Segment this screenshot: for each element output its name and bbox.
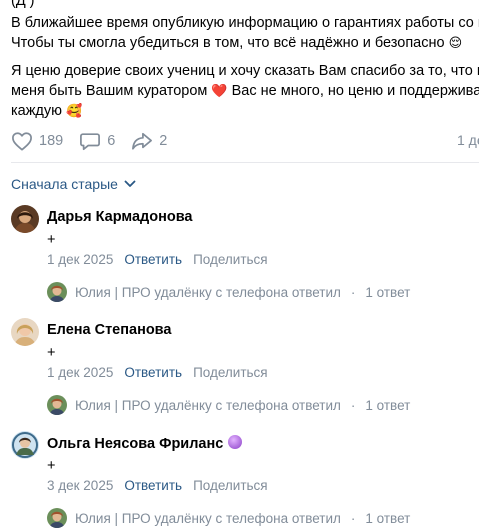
post-date: 1 де xyxy=(457,132,479,148)
thread-replies-link[interactable]: Юлия | ПРО удалёнку с телефона ответил ·… xyxy=(47,395,410,415)
comment-date[interactable]: 1 дек 2025 xyxy=(47,252,113,267)
avatar[interactable] xyxy=(11,205,39,233)
post-line: В ближайшее время опубликую информацию о… xyxy=(11,15,479,31)
post-paragraph-2: Я ценю доверие своих учениц и хочу сказа… xyxy=(11,61,479,121)
share-comment-button[interactable]: Поделиться xyxy=(193,365,268,380)
post-line-text: каждую xyxy=(11,103,63,119)
comment-meta: 3 дек 2025 Ответить Поделиться xyxy=(47,478,268,493)
thread-count: 1 ответ xyxy=(365,510,411,526)
divider xyxy=(11,162,479,163)
thread-author-text: Юлия | ПРО удалёнку с телефона ответил xyxy=(75,397,341,413)
like-count: 189 xyxy=(39,133,64,149)
comment-meta: 1 дек 2025 Ответить Поделиться xyxy=(47,365,268,380)
post-text-cut-line: (Д ) xyxy=(11,0,35,9)
heart-emoji: ❤️ xyxy=(211,84,228,99)
reply-button[interactable]: Ответить xyxy=(124,478,182,493)
post-line: меня быть Вашим куратором ❤️ Вас не мног… xyxy=(11,81,479,101)
share-icon xyxy=(132,132,153,150)
share-comment-button[interactable]: Поделиться xyxy=(193,252,268,267)
post-line: каждую 🥰 xyxy=(11,101,479,121)
reply-button[interactable]: Ответить xyxy=(124,365,182,380)
comment-button[interactable]: 6 xyxy=(79,131,115,151)
separator-dot: · xyxy=(350,397,356,413)
avatar[interactable] xyxy=(11,431,39,459)
reply-author-avatar xyxy=(47,282,67,302)
thread-author-text: Юлия | ПРО удалёнку с телефона ответил xyxy=(75,284,341,300)
sort-label: Сначала старые xyxy=(11,176,118,192)
reply-author-avatar xyxy=(47,395,67,415)
share-comment-button[interactable]: Поделиться xyxy=(193,478,268,493)
post-paragraph-1: В ближайшее время опубликую информацию о… xyxy=(11,13,479,53)
comment-text: + xyxy=(47,232,56,248)
post-line: Я ценю доверие своих учениц и хочу сказа… xyxy=(11,63,479,79)
thread-replies-link[interactable]: Юлия | ПРО удалёнку с телефона ответил ·… xyxy=(47,508,410,528)
comment-text: + xyxy=(47,345,56,361)
post-line-text: Чтобы ты смогла убедиться в том, что всё… xyxy=(11,35,445,51)
comment-count: 6 xyxy=(107,133,116,149)
separator-dot: · xyxy=(350,284,356,300)
comments-sort-dropdown[interactable]: Сначала старые xyxy=(11,176,136,192)
heart-icon xyxy=(12,132,32,151)
thread-replies-link[interactable]: Юлия | ПРО удалёнку с телефона ответил ·… xyxy=(47,282,410,302)
post-action-bar: 189 6 2 xyxy=(11,130,183,152)
crystal-ball-icon xyxy=(228,435,243,449)
reply-button[interactable]: Ответить xyxy=(124,252,182,267)
like-button[interactable]: 189 xyxy=(11,131,63,151)
comment-author[interactable]: Ольга Неясова Фриланс xyxy=(47,435,243,452)
comment-meta: 1 дек 2025 Ответить Поделиться xyxy=(47,252,268,267)
share-count: 2 xyxy=(159,133,168,149)
share-button[interactable]: 2 xyxy=(131,131,167,151)
comment-icon xyxy=(80,133,101,151)
thread-author-text: Юлия | ПРО удалёнку с телефона ответил xyxy=(75,510,341,526)
smiling-hearts-emoji: 🥰 xyxy=(66,104,83,119)
reply-author-avatar xyxy=(47,508,67,528)
comment-text: + xyxy=(47,458,56,474)
post-line-text: меня быть Вашим куратором xyxy=(11,83,208,99)
comment-author[interactable]: Дарья Кармадонова xyxy=(47,209,192,225)
avatar[interactable] xyxy=(11,318,39,346)
chevron-down-icon xyxy=(124,180,136,187)
comment-date[interactable]: 1 дек 2025 xyxy=(47,365,113,380)
thread-count: 1 ответ xyxy=(365,397,411,413)
comment-author-name: Ольга Неясова Фриланс xyxy=(47,436,224,452)
comment-author[interactable]: Елена Степанова xyxy=(47,322,171,338)
post-line: Чтобы ты смогла убедиться в том, что всё… xyxy=(11,33,479,53)
post-line-text: Вас не много, но ценю и поддерживаю xyxy=(231,83,479,99)
comment-date[interactable]: 3 дек 2025 xyxy=(47,478,113,493)
relieved-emoji: 😌 xyxy=(448,36,463,51)
thread-count: 1 ответ xyxy=(365,284,411,300)
separator-dot: · xyxy=(350,510,356,526)
